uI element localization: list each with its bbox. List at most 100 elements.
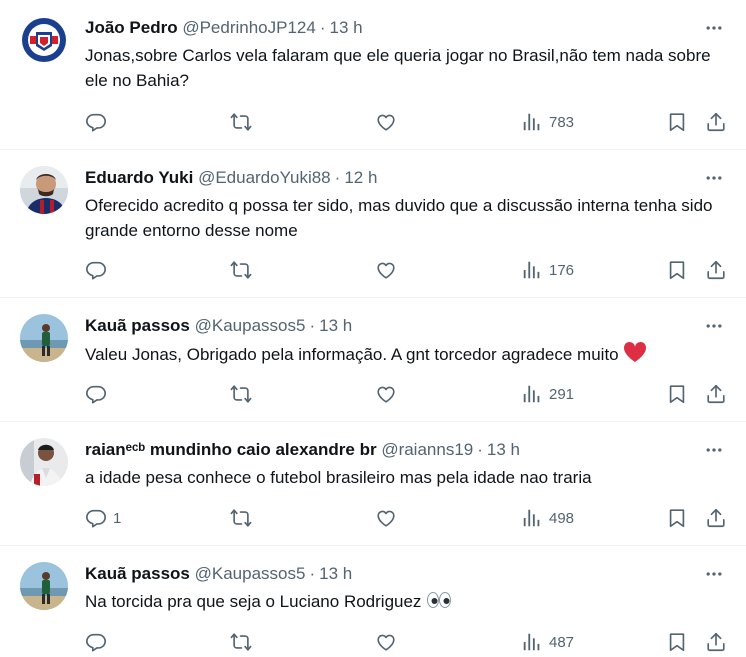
username[interactable]: @Kaupassos5	[195, 316, 306, 335]
more-icon[interactable]	[700, 164, 728, 192]
bookmark-button[interactable]	[666, 379, 688, 409]
display-name[interactable]: Kauã passos	[85, 564, 190, 583]
display-name[interactable]: Kauã passos	[85, 316, 190, 335]
reply-button[interactable]	[85, 255, 113, 285]
username[interactable]: @raianns19	[381, 440, 473, 459]
tweet[interactable]: Eduardo Yuki @EduardoYuki88 · 12 h Ofereci…	[0, 150, 746, 298]
share-button[interactable]	[705, 255, 727, 285]
views-count: 291	[549, 385, 575, 403]
reply-icon	[85, 383, 107, 405]
reply-icon	[85, 111, 107, 133]
views-button[interactable]: 487	[521, 627, 574, 657]
timestamp[interactable]: 12 h	[344, 168, 377, 187]
avatar[interactable]	[20, 16, 68, 64]
retweet-button[interactable]	[230, 379, 252, 409]
tweet-header: Kauã passos @Kaupassos5 · 13 h	[85, 315, 352, 337]
like-icon	[375, 383, 397, 405]
separator-dot: ·	[319, 18, 326, 37]
tweet[interactable]: Kauã passos @Kaupassos5 · 13 h Valeu Jonas…	[0, 298, 746, 422]
tweet-text: Oferecido acredito q possa ter sido, mas…	[85, 196, 713, 240]
display-name[interactable]: raianᵉᶜᵇ mundinho caio alexandre br	[85, 440, 377, 459]
views-button[interactable]: 291	[521, 379, 574, 409]
views-icon	[521, 111, 543, 133]
retweet-icon	[230, 111, 252, 133]
avatar[interactable]	[20, 166, 68, 214]
more-icon[interactable]	[700, 560, 728, 588]
eyes-emoji-icon	[427, 592, 452, 608]
like-button[interactable]	[375, 255, 397, 285]
separator-dot: ·	[309, 316, 316, 335]
tweet[interactable]: Kauã passos @Kaupassos5 · 13 h Na torcida …	[0, 546, 746, 656]
username[interactable]: @Kaupassos5	[195, 564, 306, 583]
bookmark-button[interactable]	[666, 503, 688, 533]
tweet-header: Kauã passos @Kaupassos5 · 13 h	[85, 563, 352, 585]
tweet[interactable]: João Pedro @PedrinhoJP124 · 13 h Jonas,sob…	[0, 0, 746, 150]
separator-dot: ·	[309, 564, 316, 583]
like-icon	[375, 507, 397, 529]
like-button[interactable]	[375, 379, 397, 409]
bookmark-icon	[666, 259, 688, 281]
retweet-button[interactable]	[230, 627, 252, 657]
separator-dot: ·	[334, 168, 341, 187]
tweet-text: Jonas,sobre Carlos vela falaram que ele …	[85, 46, 711, 90]
share-button[interactable]	[705, 107, 727, 137]
reply-feed: João Pedro @PedrinhoJP124 · 13 h Jonas,sob…	[0, 0, 746, 656]
like-button[interactable]	[375, 627, 397, 657]
bookmark-button[interactable]	[666, 627, 688, 657]
action-bar: 176	[85, 255, 730, 285]
bookmark-button[interactable]	[666, 255, 688, 285]
timestamp[interactable]: 13 h	[330, 18, 363, 37]
views-count: 783	[549, 113, 575, 131]
action-bar: 1 498	[85, 503, 730, 533]
retweet-icon	[230, 507, 252, 529]
share-button[interactable]	[705, 379, 727, 409]
more-icon[interactable]	[700, 436, 728, 464]
avatar[interactable]	[20, 562, 68, 610]
reply-icon	[85, 507, 107, 529]
retweet-button[interactable]	[230, 503, 252, 533]
tweet[interactable]: raianᵉᶜᵇ mundinho caio alexandre br @rai…	[0, 422, 746, 546]
views-button[interactable]: 783	[521, 107, 574, 137]
tweet-text: Na torcida pra que seja o Luciano Rodrig…	[85, 592, 422, 611]
action-bar: 783	[85, 107, 730, 137]
views-icon	[521, 259, 543, 281]
display-name[interactable]: João Pedro	[85, 18, 178, 37]
like-button[interactable]	[375, 107, 397, 137]
more-icon[interactable]	[700, 312, 728, 340]
share-icon	[705, 507, 727, 529]
like-button[interactable]	[375, 503, 397, 533]
like-icon	[375, 631, 397, 653]
retweet-button[interactable]	[230, 255, 252, 285]
username[interactable]: @PedrinhoJP124	[182, 18, 316, 37]
share-button[interactable]	[705, 627, 727, 657]
share-icon	[705, 111, 727, 133]
views-button[interactable]: 176	[521, 255, 574, 285]
share-button[interactable]	[705, 503, 727, 533]
reply-button[interactable]: 1	[85, 503, 121, 533]
more-icon[interactable]	[700, 14, 728, 42]
reply-button[interactable]	[85, 627, 113, 657]
action-bar: 487	[85, 627, 730, 657]
bookmark-button[interactable]	[666, 107, 688, 137]
timestamp[interactable]: 13 h	[319, 564, 352, 583]
username[interactable]: @EduardoYuki88	[198, 168, 331, 187]
views-button[interactable]: 498	[521, 503, 574, 533]
retweet-icon	[230, 631, 252, 653]
views-icon	[521, 631, 543, 653]
views-icon	[521, 383, 543, 405]
tweet-text-container: Na torcida pra que seja o Luciano Rodrig…	[85, 589, 725, 614]
avatar[interactable]	[20, 314, 68, 362]
tweet-text: Valeu Jonas, Obrigado pela informação. A…	[85, 345, 619, 364]
share-icon	[705, 383, 727, 405]
timestamp[interactable]: 13 h	[319, 316, 352, 335]
timestamp[interactable]: 13 h	[487, 440, 520, 459]
action-bar: 291	[85, 379, 730, 409]
views-count: 487	[549, 633, 575, 651]
reply-button[interactable]	[85, 107, 113, 137]
views-icon	[521, 507, 543, 529]
retweet-button[interactable]	[230, 107, 252, 137]
red-heart-emoji-icon	[624, 341, 647, 362]
display-name[interactable]: Eduardo Yuki	[85, 168, 193, 187]
avatar[interactable]	[20, 438, 68, 486]
reply-button[interactable]	[85, 379, 113, 409]
